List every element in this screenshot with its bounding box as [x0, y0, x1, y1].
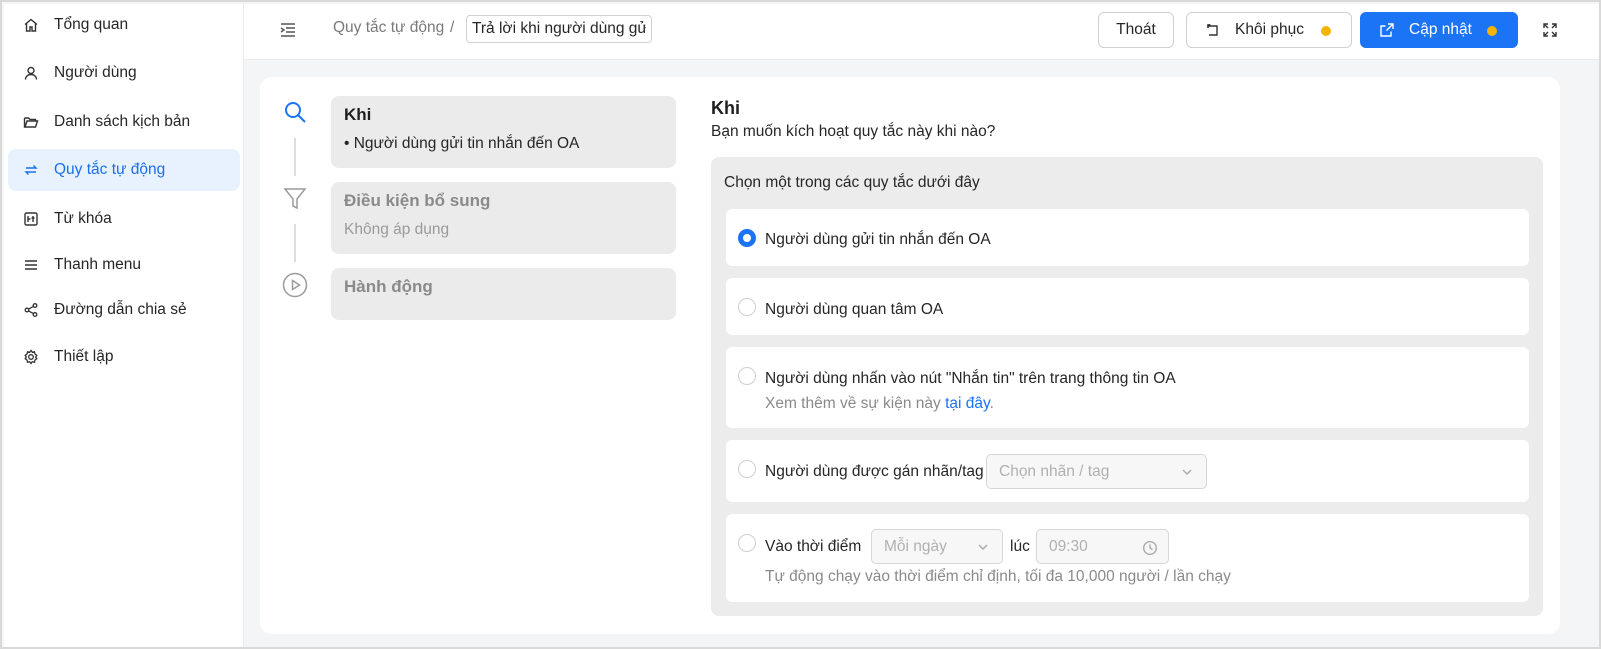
- sidebar-item-label: Thanh menu: [54, 256, 142, 273]
- learn-more-link[interactable]: tại đây: [945, 395, 990, 412]
- at-label: lúc: [1010, 538, 1030, 555]
- option-hint: Xem thêm về sự kiện này tại đây.: [765, 395, 994, 413]
- share-icon: [22, 301, 40, 319]
- option-radio-message[interactable]: [738, 229, 756, 247]
- restore-label: Khôi phục: [1235, 21, 1304, 38]
- sidebar-item-auto-rules[interactable]: Quy tắc tự động: [8, 149, 240, 191]
- option-label: Vào thời điểm: [765, 538, 862, 555]
- search-icon[interactable]: [281, 98, 309, 126]
- update-label: Cập nhật: [1409, 21, 1472, 38]
- sidebar-item-settings[interactable]: Thiết lập: [8, 336, 240, 378]
- update-button[interactable]: Cập nhật: [1360, 12, 1518, 48]
- sidebar-item-scripts[interactable]: Danh sách kịch bản: [8, 101, 240, 143]
- sidebar-item-label: Quy tắc tự động: [54, 161, 166, 178]
- step-connector: [294, 224, 296, 262]
- user-icon: [22, 64, 40, 82]
- chevron-down-icon: [976, 540, 990, 554]
- step-actions[interactable]: Hành động: [331, 268, 676, 320]
- step-title: Khi: [344, 105, 372, 124]
- sidebar-item-label: Người dùng: [54, 64, 137, 81]
- panel-subtitle: Bạn muốn kích hoạt quy tắc này khi nào?: [711, 123, 996, 140]
- sidebar-item-label: Thiết lập: [54, 348, 114, 365]
- schedule-hint: Tự động chạy vào thời điểm chỉ định, tối…: [765, 568, 1231, 585]
- tag-select-placeholder: Chọn nhãn / tag: [999, 462, 1110, 480]
- app-window: Tổng quan Người dùng Danh sách kịch bản …: [0, 0, 1601, 649]
- option-label: Người dùng quan tâm OA: [765, 301, 944, 318]
- rule-name-input[interactable]: [466, 15, 652, 43]
- sidebar-item-label: Từ khóa: [54, 210, 112, 227]
- sidebar-item-share-links[interactable]: Đường dẫn chia sẻ: [8, 289, 240, 331]
- repeat-icon: [22, 161, 40, 179]
- folder-icon: [22, 113, 40, 131]
- sidebar-item-label: Đường dẫn chia sẻ: [54, 301, 187, 318]
- unsaved-dot: [1487, 26, 1497, 36]
- option-radio-click-button[interactable]: [738, 367, 756, 385]
- settings-icon: [22, 348, 40, 366]
- collapse-sidebar-icon[interactable]: [276, 18, 300, 42]
- sidebar-item-keywords[interactable]: Từ khóa: [8, 198, 240, 240]
- option-radio-follow[interactable]: [738, 298, 756, 316]
- time-placeholder: 09:30: [1049, 537, 1088, 555]
- chevron-down-icon: [1180, 465, 1194, 479]
- option-label: Người dùng nhấn vào nút "Nhắn tin" trên …: [765, 370, 1176, 387]
- external-link-icon: [1379, 22, 1395, 38]
- step-subtitle: • Người dùng gửi tin nhắn đến OA: [344, 135, 580, 152]
- hint-text: Xem thêm về sự kiện này: [765, 395, 946, 412]
- option-label: Người dùng gửi tin nhắn đến OA: [765, 231, 991, 248]
- choose-rule-label: Chọn một trong các quy tắc dưới đây: [724, 174, 980, 191]
- sidebar-item-label: Danh sách kịch bản: [54, 113, 191, 130]
- option-label: Người dùng được gán nhãn/tag: [765, 463, 984, 480]
- restore-button[interactable]: Khôi phục: [1186, 12, 1352, 48]
- filter-icon[interactable]: [281, 185, 309, 213]
- menu-icon: [22, 256, 40, 274]
- sidebar: Tổng quan Người dùng Danh sách kịch bản …: [4, 4, 244, 647]
- breadcrumb-separator: /: [450, 19, 455, 36]
- step-conditions[interactable]: Điều kiện bổ sung Không áp dụng: [331, 182, 676, 254]
- option-radio-schedule[interactable]: [738, 534, 756, 552]
- frequency-placeholder: Mỗi ngày: [884, 537, 947, 555]
- option-radio-tag[interactable]: [738, 460, 756, 478]
- frequency-select[interactable]: Mỗi ngày: [871, 529, 1003, 564]
- exit-button[interactable]: Thoát: [1098, 12, 1174, 48]
- keyword-icon: [22, 210, 40, 228]
- sidebar-item-menu-bar[interactable]: Thanh menu: [8, 244, 240, 286]
- step-title: Điều kiện bổ sung: [344, 191, 491, 210]
- home-icon: [22, 16, 40, 34]
- step-connector: [294, 138, 296, 176]
- panel-title: Khi: [711, 98, 740, 118]
- step-title: Hành động: [344, 277, 433, 296]
- exit-label: Thoát: [1116, 21, 1156, 38]
- tag-select[interactable]: Chọn nhãn / tag: [986, 454, 1207, 489]
- breadcrumb-parent[interactable]: Quy tắc tự động: [333, 19, 444, 37]
- sidebar-item-label: Tổng quan: [54, 16, 129, 33]
- clock-icon: [1142, 540, 1158, 556]
- step-when[interactable]: Khi • Người dùng gửi tin nhắn đến OA: [331, 96, 676, 168]
- step-subtitle: Không áp dụng: [344, 221, 450, 238]
- time-picker[interactable]: 09:30: [1036, 529, 1169, 564]
- hint-end: .: [989, 395, 994, 412]
- fullscreen-icon[interactable]: [1540, 20, 1560, 40]
- play-icon[interactable]: [281, 271, 309, 299]
- top-bar: Quy tắc tự động / Thoát Khôi phục Cập nh…: [244, 4, 1599, 60]
- sidebar-item-overview[interactable]: Tổng quan: [8, 4, 240, 46]
- sidebar-item-users[interactable]: Người dùng: [8, 52, 240, 94]
- unsaved-dot: [1321, 26, 1331, 36]
- undo-icon: [1205, 22, 1221, 38]
